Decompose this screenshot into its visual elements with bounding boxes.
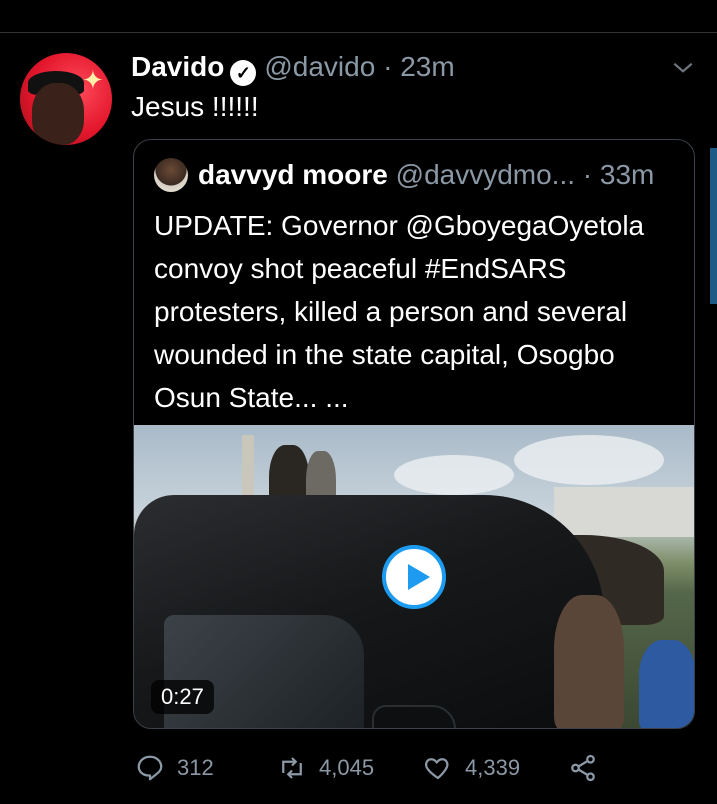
quoted-author-avatar xyxy=(154,158,188,192)
video-player[interactable]: 0:27 xyxy=(134,425,694,728)
reply-count: 312 xyxy=(177,755,214,780)
person-figure xyxy=(639,640,694,728)
background-building xyxy=(554,487,694,537)
tweet-header: Davido ✓ @davido · 23m xyxy=(131,50,455,86)
retweet-count: 4,045 xyxy=(319,755,375,780)
quoted-tweet-text: UPDATE: Governor @GboyegaOyetola convoy … xyxy=(154,210,645,413)
author-handle[interactable]: @davido xyxy=(264,51,375,82)
top-divider xyxy=(0,0,717,33)
tweet-actions: 312 4,045 4,339 xyxy=(0,748,717,788)
avatar-face xyxy=(32,83,84,145)
like-icon xyxy=(425,758,449,780)
quoted-tweet-header: davvyd moore @davvydmo... · 33m xyxy=(198,158,654,192)
author-avatar[interactable]: ✦ xyxy=(20,53,112,145)
retweet-button[interactable]: 4,045 xyxy=(277,748,374,788)
header-separator: · xyxy=(383,51,393,82)
like-count: 4,339 xyxy=(465,755,521,780)
tweet-text: Jesus !!!!!! xyxy=(131,91,259,122)
car-mirror xyxy=(372,705,456,728)
quoted-header-separator: · xyxy=(582,159,593,190)
share-icon xyxy=(571,754,595,782)
quoted-tweet-time: 33m xyxy=(599,159,655,190)
quoted-tweet-card[interactable]: davvyd moore @davvydmo... · 33m UPDATE: … xyxy=(133,139,695,729)
share-button[interactable] xyxy=(568,748,610,788)
author-name[interactable]: Davido xyxy=(131,51,224,82)
retweet-icon xyxy=(282,757,302,779)
like-button[interactable]: 4,339 xyxy=(423,748,520,788)
verified-badge-icon: ✓ xyxy=(230,60,257,86)
reply-icon xyxy=(137,755,163,781)
play-button[interactable] xyxy=(382,545,446,609)
scroll-indicator xyxy=(710,148,717,304)
quoted-author-name: davvyd moore xyxy=(198,159,388,190)
play-icon xyxy=(408,564,430,590)
cloud xyxy=(514,435,664,485)
cloud xyxy=(394,455,514,495)
video-duration: 0:27 xyxy=(151,680,214,714)
quoted-author-handle: @davvydmo... xyxy=(395,159,576,190)
person-figure xyxy=(554,595,624,728)
avatar-star-icon: ✦ xyxy=(82,65,104,95)
reply-button[interactable]: 312 xyxy=(135,748,214,788)
tweet-time[interactable]: 23m xyxy=(400,51,454,82)
chevron-down-icon[interactable] xyxy=(670,54,696,80)
